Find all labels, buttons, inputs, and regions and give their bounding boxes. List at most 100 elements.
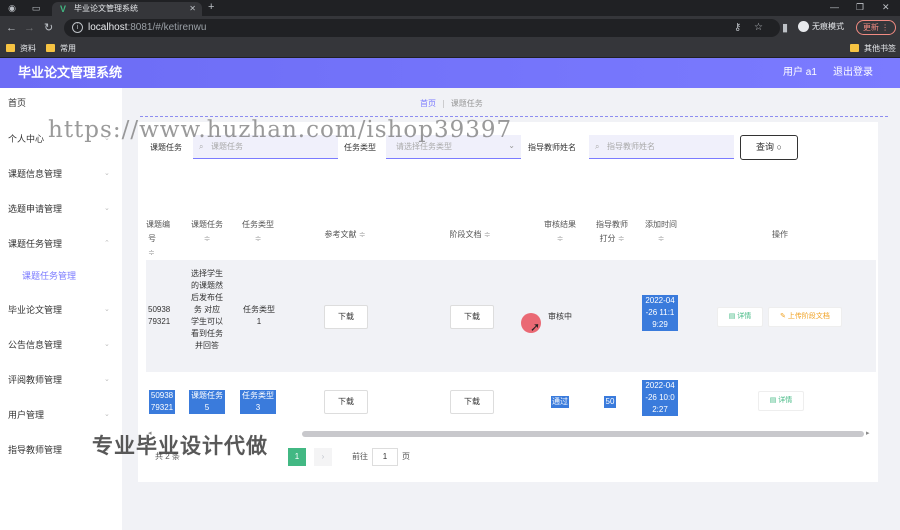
download-ref-button[interactable]: 下载 — [324, 390, 368, 414]
goto-page-input[interactable]: 1 — [372, 448, 398, 466]
chevron-down-icon: ⌄ — [104, 341, 110, 348]
sort-icon[interactable]: ≑ — [204, 234, 211, 243]
cell-result: 审核中 — [548, 312, 572, 321]
next-page-icon[interactable]: › — [314, 448, 332, 466]
bookmark-label: 资料 — [20, 44, 36, 53]
query-button[interactable]: 查询 ○ — [740, 135, 798, 160]
detail-button[interactable]: ▤ 详情 — [758, 391, 804, 411]
new-tab-icon[interactable]: + — [208, 1, 214, 13]
chevron-down-icon: ⌄ — [104, 205, 110, 212]
browser-tab-strip: ◉ ▭ V 毕业论文管理系统 ✕ + — ❐ ✕ — [0, 0, 900, 16]
app-title: 毕业论文管理系统 — [18, 65, 123, 80]
bookmark-star-icon[interactable]: ☆ — [754, 22, 763, 34]
detail-button[interactable]: ▤ 详情 — [717, 307, 763, 327]
column-header-stage[interactable]: 阶段文档 ≑ — [430, 228, 510, 242]
breadcrumb: 首页 ❘ 课题任务 — [420, 99, 483, 109]
header-label: 添加时间 — [645, 220, 677, 229]
page-number-current[interactable]: 1 — [288, 448, 306, 466]
browser-tab[interactable]: V 毕业论文管理系统 ✕ — [52, 2, 202, 16]
breadcrumb-home[interactable]: 首页 — [420, 99, 436, 108]
side-panel-icon[interactable]: ▮ — [782, 22, 788, 34]
logout-link[interactable]: 退出登录 — [833, 67, 873, 79]
key-icon[interactable]: ⚷ — [734, 22, 741, 34]
cell-no: 50938 79321 — [148, 305, 171, 326]
sidebar-item-topic-info[interactable]: 课题信息管理 — [8, 168, 62, 180]
minimize-icon[interactable]: — — [830, 2, 839, 12]
maximize-icon[interactable]: ❐ — [856, 2, 864, 13]
chevron-down-icon: ⌄ — [104, 411, 110, 418]
sidebar-item-topic-apply[interactable]: 选题申请管理 — [8, 203, 62, 215]
query-label: 查询 — [756, 142, 775, 152]
search-icon: ○ — [776, 142, 782, 152]
column-header-task[interactable]: 课题任务 ≑ — [186, 218, 228, 246]
sidebar-item-users[interactable]: 用户管理 — [8, 409, 44, 421]
header-label: 审核结果 — [544, 220, 576, 229]
teacher-search-input[interactable]: ⌕ 指导教师姓名 — [589, 135, 734, 159]
document-icon: ▤ — [728, 313, 738, 320]
column-header-no[interactable]: 课题编号 ≑ — [146, 218, 174, 260]
column-header-ref[interactable]: 参考文献 ≑ — [305, 228, 385, 242]
sidebar-item-notice[interactable]: 公告信息管理 — [8, 339, 62, 351]
incognito-indicator[interactable]: 无痕模式 — [798, 21, 844, 33]
reload-icon[interactable]: ↻ — [44, 22, 53, 34]
sort-icon[interactable]: ≑ — [484, 230, 491, 239]
upload-stage-doc-button[interactable]: ✎ 上传阶段文档 — [768, 307, 842, 327]
header-label: 阶段文档 — [449, 230, 482, 239]
sidebar-item-task-group[interactable]: 课题任务管理 — [8, 238, 62, 250]
forward-icon[interactable]: → — [24, 22, 35, 34]
close-window-icon[interactable]: ✕ — [882, 2, 890, 13]
cell-type: 任务类型 3 — [240, 390, 276, 414]
edit-icon: ✎ — [780, 313, 788, 320]
sort-icon[interactable]: ≑ — [148, 248, 155, 257]
url-field[interactable]: i localhost:8081/#/ketirenwu ⚷ ☆ — [64, 19, 780, 37]
sort-icon[interactable]: ≑ — [658, 234, 665, 243]
task-label: 课题任务 — [150, 143, 182, 152]
cell-type: 任务类型 1 — [243, 305, 275, 326]
other-bookmarks[interactable]: 其他书签 — [850, 43, 896, 55]
sidebar-item-reviewer[interactable]: 评阅教师管理 — [8, 374, 62, 386]
upload-label: 上传阶段文档 — [787, 313, 830, 320]
back-icon[interactable]: ← — [6, 22, 17, 34]
site-info-icon[interactable]: i — [72, 22, 83, 33]
sidebar-item-profile[interactable]: 个人中心 — [8, 133, 44, 145]
tab-search-icon[interactable]: ▭ — [30, 2, 42, 14]
column-header-result[interactable]: 审核结果 ≑ — [538, 218, 582, 246]
sort-icon[interactable]: ≑ — [557, 234, 564, 243]
sidebar-item-task-manage[interactable]: 课题任务管理 — [22, 270, 76, 282]
search-icon: ⌕ — [595, 142, 600, 151]
chevron-down-icon: ⌄ — [104, 306, 110, 313]
column-header-time[interactable]: 添加时间 ≑ — [640, 218, 682, 246]
sidebar-item-thesis[interactable]: 毕业论文管理 — [8, 304, 62, 316]
close-tab-icon[interactable]: ✕ — [189, 4, 196, 14]
bookmark-label: 其他书签 — [864, 44, 896, 53]
cell-no: 50938 79321 — [149, 390, 175, 414]
header-label: 参考文献 — [324, 230, 357, 239]
download-stage-button[interactable]: 下载 — [450, 305, 494, 329]
cell-time: 2022-04 -26 10:0 2:27 — [642, 380, 678, 416]
sort-icon[interactable]: ≑ — [618, 234, 625, 243]
column-header-score[interactable]: 指导教师 打分 ≑ — [590, 218, 634, 246]
sidebar-item-advisor[interactable]: 指导教师管理 — [8, 444, 62, 456]
bookmark-folder[interactable]: 常用 — [46, 43, 76, 55]
header-label: 指导教师 — [596, 220, 628, 229]
sort-icon[interactable]: ≑ — [255, 234, 262, 243]
cell-result: 通过 — [551, 396, 569, 408]
type-label: 任务类型 — [344, 143, 376, 152]
vue-logo-icon: V — [60, 4, 67, 14]
breadcrumb-current: 课题任务 — [450, 99, 483, 108]
cell-task: 选择学生 的课题然 后发布任务 对应 学生可以 看到任务 并回答 — [191, 269, 223, 350]
update-button[interactable]: 更新 ⋮ — [856, 20, 896, 35]
download-stage-button[interactable]: 下载 — [450, 390, 494, 414]
sidebar-item-home[interactable]: 首页 — [8, 97, 26, 109]
bookmark-folder[interactable]: 资料 — [6, 43, 36, 55]
watermark-text: 专业毕业设计代做 — [92, 435, 268, 458]
column-header-type[interactable]: 任务类型 ≑ — [237, 218, 279, 246]
download-ref-button[interactable]: 下载 — [324, 305, 368, 329]
sort-icon[interactable]: ≑ — [359, 230, 366, 239]
detail-label: 详情 — [778, 397, 793, 404]
tab-title: 毕业论文管理系统 — [74, 4, 138, 13]
header-label: 课题编号 — [146, 220, 170, 243]
browser-menu-icon[interactable]: ◉ — [6, 2, 18, 14]
scrollbar-thumb[interactable] — [302, 431, 864, 437]
scroll-right-icon[interactable]: ▸ — [866, 429, 870, 437]
